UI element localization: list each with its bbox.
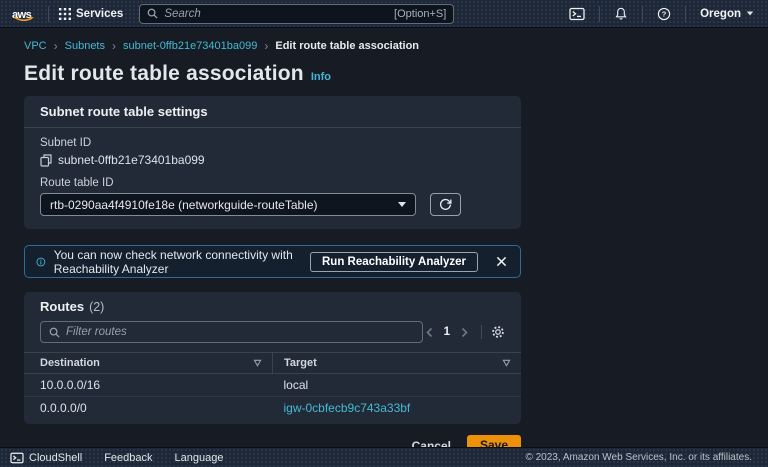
search-input[interactable] — [164, 8, 388, 20]
card-header: Subnet route table settings — [24, 96, 521, 128]
notifications-button[interactable] — [610, 7, 632, 21]
run-reachability-analyzer-button[interactable]: Run Reachability Analyzer — [310, 252, 478, 272]
breadcrumb-separator: › — [112, 39, 116, 53]
page-title: Edit route table association — [24, 62, 304, 86]
help-button[interactable]: ? — [653, 7, 675, 21]
question-icon: ? — [657, 7, 671, 21]
pagination: 1 — [423, 325, 505, 339]
terminal-icon — [569, 7, 585, 21]
info-icon — [36, 255, 46, 269]
pagination-page-number[interactable]: 1 — [444, 326, 450, 338]
igw-link[interactable]: igw-0cbfecb9c743a33bf — [284, 401, 411, 415]
column-header-destination[interactable]: Destination — [24, 353, 273, 374]
bell-icon — [614, 7, 628, 21]
svg-text:?: ? — [662, 9, 667, 18]
nav-divider — [685, 6, 686, 22]
routes-table: Destination Target — [24, 352, 521, 419]
refresh-icon — [439, 198, 452, 211]
copyright-text: © 2023, Amazon Web Services, Inc. or its… — [525, 452, 758, 463]
filter-routes-input[interactable] — [66, 326, 414, 338]
breadcrumb-vpc[interactable]: VPC — [24, 40, 47, 52]
breadcrumb: VPC › Subnets › subnet-0ffb21e73401ba099… — [24, 39, 768, 53]
services-label: Services — [76, 8, 123, 20]
nav-divider — [642, 6, 643, 22]
routes-title: Routes — [40, 299, 84, 314]
search-icon — [147, 8, 158, 19]
column-header-target[interactable]: Target — [273, 353, 522, 374]
nav-divider — [599, 6, 600, 22]
grid-icon — [59, 8, 71, 20]
pagination-next-button[interactable] — [458, 327, 471, 338]
banner-close-button[interactable] — [496, 256, 507, 267]
banner-message: You can now check network connectivity w… — [54, 248, 302, 276]
search-shortcut: [Option+S] — [394, 8, 446, 20]
cell-target: local — [273, 374, 522, 397]
sort-icon[interactable] — [253, 359, 262, 367]
chevron-down-icon — [398, 202, 406, 207]
copy-icon[interactable] — [40, 154, 52, 167]
subnet-id-value: subnet-0ffb21e73401ba099 — [58, 153, 205, 167]
cloudshell-label: CloudShell — [29, 452, 82, 464]
cell-destination: 10.0.0.0/16 — [24, 374, 273, 397]
info-link[interactable]: Info — [311, 71, 331, 83]
nav-divider — [48, 6, 49, 22]
filter-routes-box[interactable] — [40, 321, 423, 343]
pagination-prev-button[interactable] — [423, 327, 436, 338]
breadcrumb-separator: › — [264, 39, 268, 53]
cell-target: igw-0cbfecb9c743a33bf — [273, 397, 522, 420]
breadcrumb-current: Edit route table association — [275, 40, 419, 52]
breadcrumb-subnet-id[interactable]: subnet-0ffb21e73401ba099 — [123, 40, 257, 52]
nav-right-cluster: ? Oregon — [565, 6, 758, 22]
breadcrumb-subnets[interactable]: Subnets — [65, 40, 105, 52]
search-icon — [49, 327, 60, 338]
footer-bar: CloudShell Feedback Language © 2023, Ama… — [0, 447, 768, 467]
footer-language-button[interactable]: Language — [175, 452, 224, 464]
route-table-select[interactable]: rtb-0290aa4f4910fe18e (networkguide-rout… — [40, 193, 416, 216]
aws-smile-icon — [13, 16, 35, 23]
gear-icon — [491, 325, 505, 339]
reachability-banner: You can now check network connectivity w… — [24, 245, 521, 278]
routes-card: Routes (2) 1 — [24, 292, 521, 424]
chevron-right-icon — [460, 327, 469, 338]
subnet-settings-card: Subnet route table settings Subnet ID su… — [24, 96, 521, 229]
route-table-selected-value: rtb-0290aa4f4910fe18e (networkguide-rout… — [50, 198, 398, 212]
terminal-icon — [10, 452, 24, 464]
aws-logo[interactable]: aws — [12, 5, 38, 23]
region-selector[interactable]: Oregon — [696, 8, 758, 20]
settings-gear-button[interactable] — [491, 325, 505, 339]
close-icon — [496, 256, 507, 267]
settings-card-title: Subnet route table settings — [40, 104, 208, 119]
chevron-down-icon — [747, 12, 753, 16]
subnet-id-label: Subnet ID — [40, 137, 505, 149]
footer-cloudshell-button[interactable]: CloudShell — [10, 452, 82, 464]
cloudshell-button[interactable] — [565, 7, 589, 21]
top-nav: aws Services [Option+S] — [0, 0, 768, 28]
footer-feedback-button[interactable]: Feedback — [104, 452, 152, 464]
cell-destination: 0.0.0.0/0 — [24, 397, 273, 420]
chevron-left-icon — [425, 327, 434, 338]
route-table-label: Route table ID — [40, 177, 505, 189]
pagination-divider — [481, 325, 482, 339]
table-row: 0.0.0.0/0 igw-0cbfecb9c743a33bf — [24, 397, 521, 420]
breadcrumb-separator: › — [54, 39, 58, 53]
sort-icon[interactable] — [502, 359, 511, 367]
routes-count: (2) — [89, 300, 104, 314]
global-search[interactable]: [Option+S] — [139, 4, 454, 24]
table-row: 10.0.0.0/16 local — [24, 374, 521, 397]
services-menu-button[interactable]: Services — [59, 8, 123, 20]
refresh-button[interactable] — [430, 193, 461, 216]
region-label: Oregon — [700, 8, 741, 20]
